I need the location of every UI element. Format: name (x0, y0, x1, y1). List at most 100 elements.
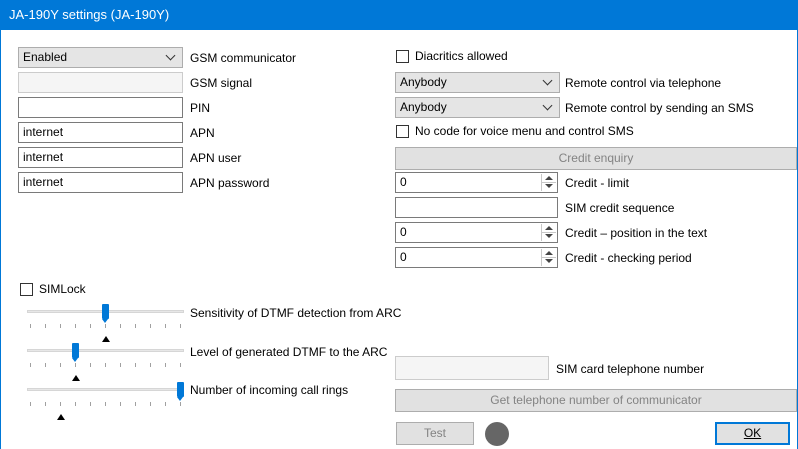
window-title: JA-190Y settings (JA-190Y) (0, 0, 798, 30)
slider-tick (135, 363, 136, 367)
simlock-checkbox[interactable]: SIMLock (20, 282, 86, 296)
slider-tick (45, 363, 46, 367)
arrow-down-icon[interactable] (545, 234, 553, 238)
slider-tick (180, 363, 181, 367)
pin-label: PIN (190, 101, 211, 115)
credit-period-label: Credit - checking period (565, 251, 692, 265)
slider-tick (75, 324, 76, 328)
sim-credit-sequence-input[interactable] (395, 197, 558, 218)
apn-user-label: APN user (190, 151, 242, 165)
slider-tick (180, 402, 181, 406)
slider-tick (105, 363, 106, 367)
slider-tick (45, 402, 46, 406)
dtmf-sensitivity-label: Sensitivity of DTMF detection from ARC (190, 306, 402, 320)
apn-label: APN (190, 126, 215, 140)
remote-sms-label: Remote control by sending an SMS (565, 101, 754, 115)
slider-tick (150, 363, 151, 367)
checkbox-box[interactable] (20, 282, 33, 296)
slider-tick (30, 363, 31, 367)
slider-tick (45, 324, 46, 328)
diacritics-checkbox[interactable]: Diacritics allowed (396, 49, 508, 63)
no-code-checkbox[interactable]: No code for voice menu and control SMS (396, 124, 634, 138)
simlock-label: SIMLock (39, 282, 86, 296)
default-marker-icon (57, 414, 65, 420)
default-marker-icon (72, 375, 80, 381)
arrow-down-icon[interactable] (545, 184, 553, 188)
apn-input[interactable]: internet (18, 122, 183, 143)
slider-tick (60, 324, 61, 328)
arrow-up-icon[interactable] (545, 176, 553, 180)
slider-tick (60, 402, 61, 406)
spinner-arrows[interactable] (541, 224, 556, 241)
slider-tick (30, 324, 31, 328)
spinner-arrows[interactable] (541, 249, 556, 266)
no-code-label: No code for voice menu and control SMS (415, 124, 634, 138)
arrow-up-icon[interactable] (545, 226, 553, 230)
credit-enquiry-button[interactable]: Credit enquiry (395, 147, 797, 170)
slider-tick (120, 324, 121, 328)
chevron-down-icon (165, 50, 176, 61)
slider-tick (60, 363, 61, 367)
sim-credit-sequence-label: SIM credit sequence (565, 201, 675, 215)
checkbox-box[interactable] (396, 49, 409, 63)
slider-tick (135, 324, 136, 328)
slider-tick (30, 402, 31, 406)
chevron-down-icon (542, 75, 553, 86)
remote-sms-select[interactable]: Anybody (395, 97, 560, 118)
sim-phone-label: SIM card telephone number (556, 362, 705, 376)
ok-button[interactable]: OK (715, 422, 790, 445)
sim-phone-field (395, 356, 549, 380)
diacritics-label: Diacritics allowed (415, 49, 508, 63)
call-rings-label: Number of incoming call rings (190, 383, 349, 397)
gsm-signal-label: GSM signal (190, 76, 253, 90)
slider-thumb[interactable] (177, 382, 184, 401)
gsm-signal-field (18, 72, 183, 93)
slider-tick (120, 363, 121, 367)
slider-thumb[interactable] (102, 304, 109, 323)
gsm-communicator-label: GSM communicator (190, 51, 297, 65)
slider-tick (90, 324, 91, 328)
slider-thumb[interactable] (72, 343, 79, 362)
checkbox-box[interactable] (396, 124, 409, 138)
slider-tick (105, 324, 106, 328)
call-rings-slider[interactable] (27, 382, 184, 422)
pin-input[interactable] (18, 97, 183, 118)
slider-tick (75, 402, 76, 406)
slider-tick (165, 402, 166, 406)
slider-tick (180, 324, 181, 328)
credit-position-spinner[interactable]: 0 (395, 222, 558, 243)
slider-tick (90, 402, 91, 406)
chevron-down-icon (542, 100, 553, 111)
apn-user-input[interactable]: internet (18, 147, 183, 168)
slider-tick (165, 324, 166, 328)
slider-tick (150, 324, 151, 328)
arrow-down-icon[interactable] (545, 259, 553, 263)
slider-tick (105, 402, 106, 406)
apn-password-input[interactable]: internet (18, 172, 183, 193)
credit-position-label: Credit – position in the text (565, 226, 708, 240)
slider-tick (75, 363, 76, 367)
slider-tick (165, 363, 166, 367)
slider-tick (150, 402, 151, 406)
slider-tick (135, 402, 136, 406)
arrow-up-icon[interactable] (545, 251, 553, 255)
dtmf-level-slider[interactable] (27, 343, 184, 383)
slider-track[interactable] (27, 349, 184, 352)
remote-telephone-label: Remote control via telephone (565, 76, 722, 90)
slider-tick (90, 363, 91, 367)
window-border-left (0, 30, 1, 449)
get-phone-number-button[interactable]: Get telephone number of communicator (395, 389, 797, 412)
slider-tick (120, 402, 121, 406)
spinner-arrows[interactable] (541, 174, 556, 191)
credit-period-spinner[interactable]: 0 (395, 247, 558, 268)
dtmf-sensitivity-slider[interactable] (27, 304, 184, 344)
credit-limit-spinner[interactable]: 0 (395, 172, 558, 193)
gsm-communicator-select[interactable]: Enabled (18, 47, 183, 68)
remote-telephone-select[interactable]: Anybody (395, 72, 560, 93)
apn-password-label: APN password (190, 176, 270, 190)
default-marker-icon (102, 336, 110, 342)
test-button[interactable]: Test (396, 422, 474, 445)
slider-track[interactable] (27, 388, 184, 391)
credit-limit-label: Credit - limit (565, 176, 630, 190)
status-led-icon (485, 422, 509, 446)
